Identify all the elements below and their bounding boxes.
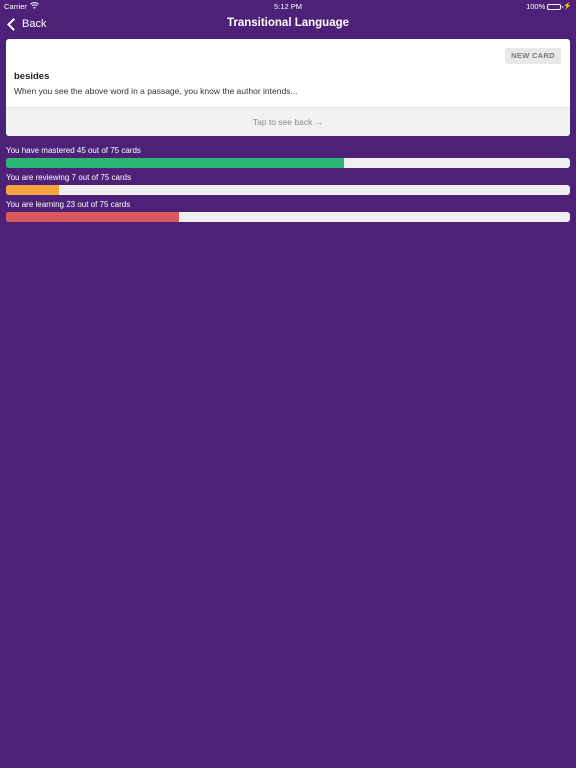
progress-reviewing: You are reviewing 7 out of 75 cards	[6, 172, 570, 195]
card-term: besides	[14, 71, 50, 82]
status-bar: Carrier 5:12 PM 100% ⚡	[0, 0, 576, 13]
new-card-button[interactable]: NEW CARD	[505, 48, 561, 64]
progress-fill-learning	[6, 212, 179, 222]
card-prompt: When you see the above word in a passage…	[14, 86, 298, 96]
progress-fill-mastered	[6, 158, 345, 168]
flashcard[interactable]: NEW CARD besides When you see the above …	[6, 39, 570, 136]
progress-track	[6, 158, 570, 168]
flip-card-button[interactable]: Tap to see back →	[6, 107, 570, 136]
battery-percent: 100%	[526, 2, 546, 11]
progress-label: You are learning 23 out of 75 cards	[6, 200, 131, 209]
progress-label: You have mastered 45 out of 75 cards	[6, 146, 141, 155]
page-title: Transitional Language	[226, 17, 350, 29]
progress-fill-reviewing	[6, 185, 59, 195]
progress-label: You are reviewing 7 out of 75 cards	[6, 173, 132, 182]
progress-mastered: You have mastered 45 out of 75 cards	[6, 145, 570, 168]
progress-learning: You are learning 23 out of 75 cards	[6, 199, 570, 222]
charging-icon: ⚡	[563, 3, 572, 10]
status-bar-right: 100% ⚡	[526, 0, 572, 13]
status-time: 5:12 PM	[274, 2, 302, 11]
battery-icon	[547, 3, 564, 10]
navigation-bar: Back Transitional Language	[0, 13, 576, 35]
arrow-right-icon: →	[314, 117, 324, 127]
flip-label: Tap to see back	[252, 117, 313, 127]
progress-track	[6, 212, 570, 222]
progress-track	[6, 185, 570, 195]
